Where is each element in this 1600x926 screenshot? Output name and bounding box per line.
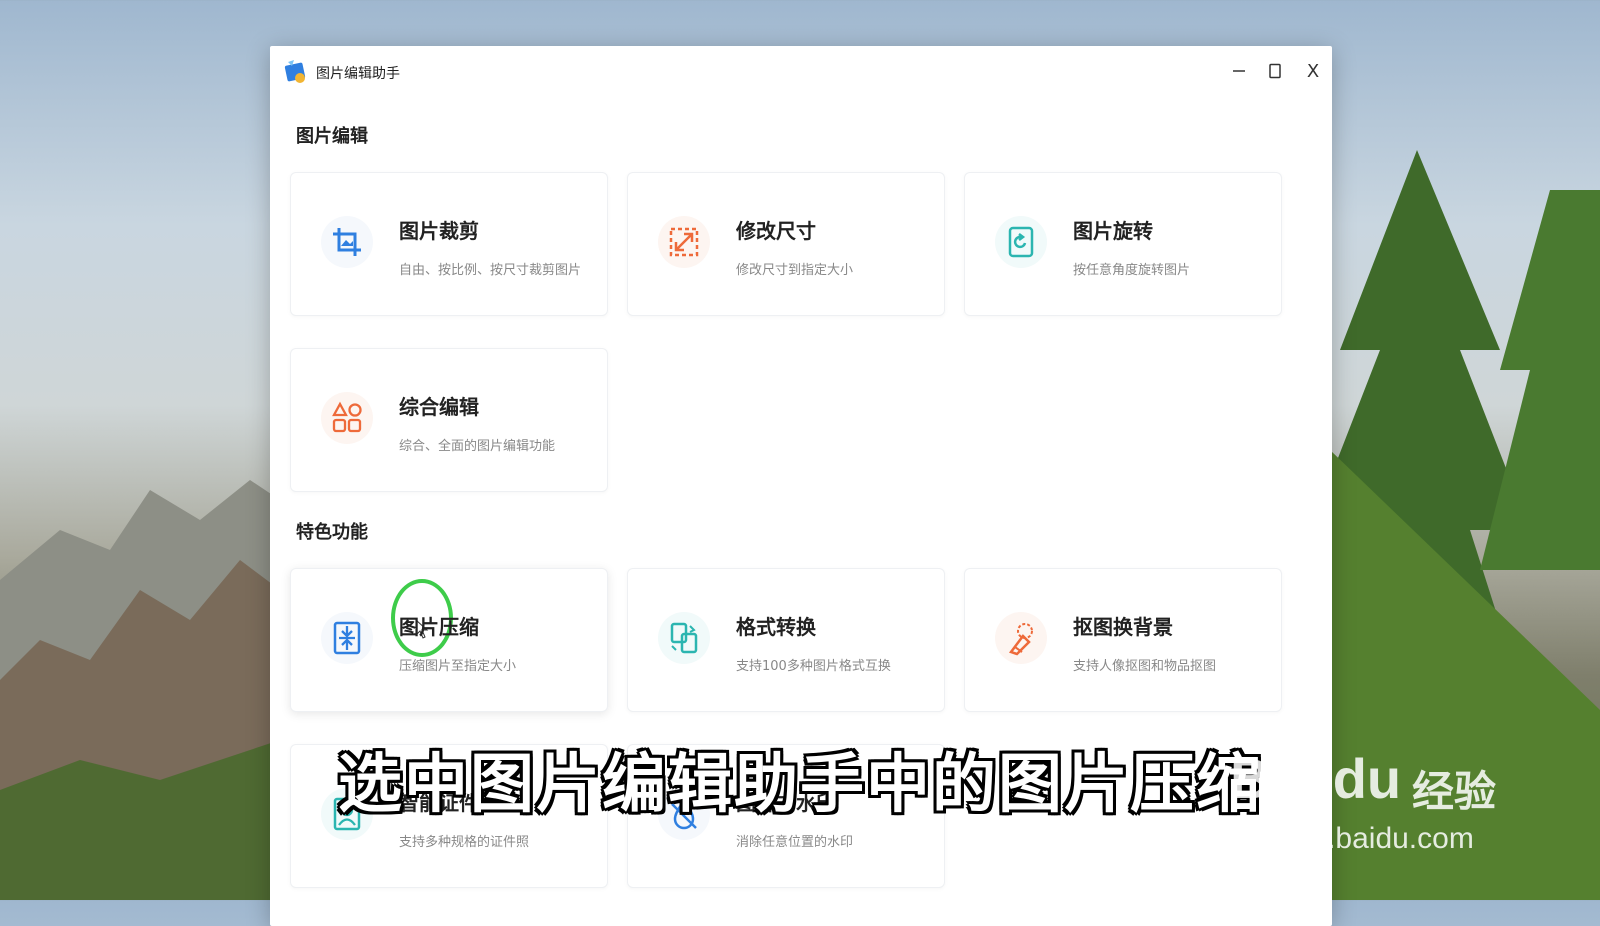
card-idphoto-desc: 支持多种规格的证件照 (399, 835, 530, 850)
card-format-convert[interactable]: 格式转换 支持100多种图片格式互换 (627, 568, 945, 712)
cutout-icon (995, 612, 1047, 664)
baidu-logo: Bai du (1230, 747, 1402, 810)
app-logo-icon (284, 60, 306, 83)
section-title-features: 特色功能 (296, 522, 368, 543)
card-rotate-title: 图片旋转 (1073, 219, 1153, 243)
card-resize-desc: 修改尺寸到指定大小 (736, 263, 854, 278)
compress-icon (321, 612, 373, 664)
rotate-icon (995, 216, 1047, 268)
card-convert-title: 格式转换 (736, 615, 816, 639)
minimize-button[interactable] (1228, 60, 1250, 82)
shapes-icon (321, 392, 373, 444)
card-watermark-desc: 消除任意位置的水印 (736, 835, 854, 850)
card-compress-desc: 压缩图片至指定大小 (399, 659, 517, 674)
convert-icon (658, 612, 710, 664)
close-button[interactable]: X (1302, 60, 1324, 82)
resize-icon (658, 216, 710, 268)
card-compress[interactable]: 图片压缩 压缩图片至指定大小 (290, 568, 608, 712)
watermark-url: jingyan.baidu.com (1232, 822, 1474, 855)
card-rotate[interactable]: 图片旋转 按任意角度旋转图片 (964, 172, 1282, 316)
jingyan-label: 经验 (1412, 767, 1497, 816)
minimize-icon (1233, 70, 1245, 72)
section-title-edit: 图片编辑 (296, 126, 368, 147)
maximize-button[interactable] (1264, 60, 1286, 82)
mountain-scenery (0, 480, 280, 900)
window-title: 图片编辑助手 (316, 66, 400, 82)
card-general-desc: 综合、全面的图片编辑功能 (399, 439, 556, 454)
card-crop-title: 图片裁剪 (399, 219, 479, 243)
card-cutout[interactable]: 抠图换背景 支持人像抠图和物品抠图 (964, 568, 1282, 712)
title-bar: 图片编辑助手 X (270, 46, 1332, 98)
close-icon: X (1306, 60, 1320, 82)
card-resize[interactable]: 修改尺寸 修改尺寸到指定大小 (627, 172, 945, 316)
card-crop[interactable]: 图片裁剪 自由、按比例、按尺寸裁剪图片 (290, 172, 608, 316)
card-general-edit[interactable]: 综合编辑 综合、全面的图片编辑功能 (290, 348, 608, 492)
baidu-jingyan-watermark: Bai du 经验 jingyan.baidu.com (1230, 738, 1530, 858)
crop-icon (321, 216, 373, 268)
card-general-title: 综合编辑 (399, 395, 479, 419)
card-rotate-desc: 按任意角度旋转图片 (1073, 263, 1191, 278)
card-resize-title: 修改尺寸 (736, 219, 816, 243)
card-crop-desc: 自由、按比例、按尺寸裁剪图片 (399, 263, 582, 278)
maximize-icon (1269, 63, 1281, 79)
card-cutout-title: 抠图换背景 (1073, 615, 1173, 639)
card-convert-desc: 支持100多种图片格式互换 (736, 659, 891, 674)
card-compress-title: 图片压缩 (399, 615, 479, 639)
card-cutout-desc: 支持人像抠图和物品抠图 (1073, 659, 1217, 674)
